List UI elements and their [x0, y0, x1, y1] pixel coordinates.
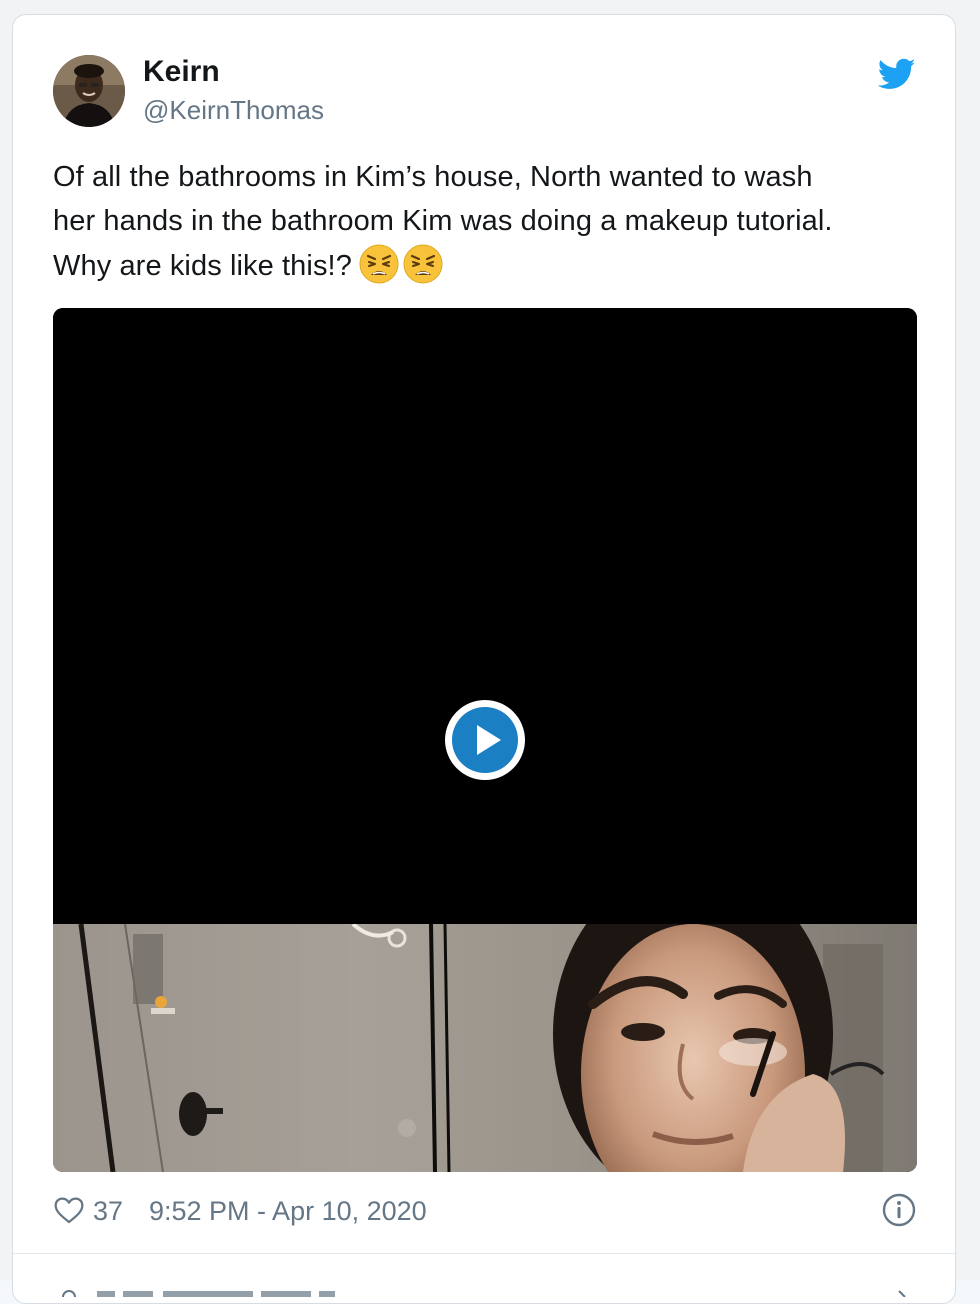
weary-face-icon	[358, 243, 400, 285]
timestamp[interactable]: 9:52 PM - Apr 10, 2020	[149, 1195, 427, 1227]
author-name[interactable]: Keirn	[143, 55, 220, 89]
page-background: Keirn @KeirnThomas Of all the bathrooms …	[0, 0, 980, 1304]
twitter-bird-icon[interactable]	[877, 55, 916, 93]
like-count[interactable]: 37	[93, 1195, 123, 1227]
tweet-text: Of all the bathrooms in Kim’s house, Nor…	[53, 155, 933, 288]
tweet-footer: 37 9:52 PM - Apr 10, 2020	[53, 1190, 933, 1236]
weary-face-icon	[402, 243, 444, 285]
cropped-row-image	[62, 1290, 906, 1297]
avatar[interactable]	[53, 55, 125, 127]
play-icon[interactable]	[444, 699, 526, 781]
tweet-text-line-3-text: Why are kids like this!?	[53, 250, 352, 282]
tweet-text-line-2: her hands in the bathroom Kim was doing …	[53, 205, 833, 237]
play-button[interactable]	[444, 699, 526, 781]
video-frame-image	[53, 924, 917, 1172]
avatar-image	[53, 55, 125, 127]
heart-icon[interactable]	[53, 1194, 85, 1226]
footer-divider	[13, 1253, 957, 1254]
cropped-action-row	[53, 1283, 913, 1297]
tweet-text-line-1: Of all the bathrooms in Kim’s house, Nor…	[53, 161, 813, 193]
info-icon[interactable]	[881, 1192, 917, 1228]
video-letterbox	[53, 308, 917, 924]
video-player[interactable]	[53, 308, 917, 1172]
author-handle[interactable]: @KeirnThomas	[143, 95, 324, 125]
tweet-card: Keirn @KeirnThomas Of all the bathrooms …	[12, 14, 957, 1304]
tweet-text-line-3: Why are kids like this!?	[53, 243, 933, 288]
